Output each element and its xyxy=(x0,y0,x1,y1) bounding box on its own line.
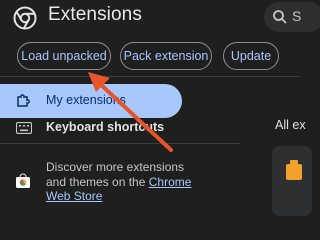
keyboard-icon xyxy=(16,122,32,134)
developer-toolbar: Load unpacked Pack extension Update xyxy=(0,42,300,72)
chrome-logo-icon[interactable] xyxy=(13,6,37,30)
page-title: Extensions xyxy=(48,4,142,25)
search-icon xyxy=(273,10,287,24)
search-input[interactable]: S xyxy=(292,8,301,24)
header: Extensions S xyxy=(0,0,320,36)
sidebar-divider xyxy=(0,143,240,144)
sidebar-item-label: My extensions xyxy=(46,93,126,107)
search-box[interactable]: S xyxy=(264,2,320,32)
discover-more-text: Discover more extensions and themes on t… xyxy=(46,160,196,204)
header-divider xyxy=(0,76,300,77)
load-unpacked-button[interactable]: Load unpacked xyxy=(17,42,111,70)
chrome-web-store-icon[interactable] xyxy=(15,173,31,189)
sidebar-item-label: Keyboard shortcuts xyxy=(46,120,165,134)
extension-card[interactable] xyxy=(272,146,312,216)
extension-icon xyxy=(286,160,302,180)
update-button[interactable]: Update xyxy=(223,42,279,70)
pack-extension-button[interactable]: Pack extension xyxy=(120,42,212,70)
sidebar-item-keyboard-shortcuts[interactable]: Keyboard shortcuts xyxy=(0,112,240,142)
all-extensions-heading: All ex xyxy=(275,118,306,132)
puzzle-icon xyxy=(17,94,30,107)
